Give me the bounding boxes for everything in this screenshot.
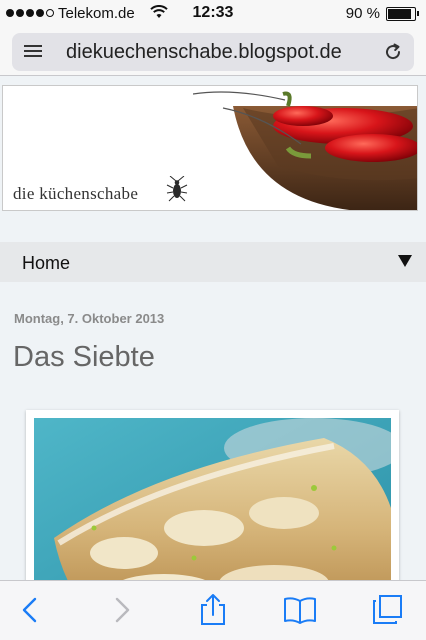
status-bar: Telekom.de 12:33 90 % [0, 0, 426, 28]
web-page: die küchenschabe Home Montag, 7. Oktober… [0, 77, 426, 580]
url-text[interactable]: diekuechenschabe.blogspot.de [66, 41, 374, 64]
address-bar[interactable]: diekuechenschabe.blogspot.de [12, 33, 414, 71]
browser-toolbar [0, 580, 426, 640]
battery-icon [386, 7, 419, 21]
menu-icon[interactable] [24, 45, 42, 59]
chili-bowl-image [193, 91, 417, 210]
forward-icon[interactable] [104, 593, 138, 627]
tabs-icon[interactable] [370, 593, 404, 627]
back-icon[interactable] [14, 593, 48, 627]
blog-brand: die küchenschabe [13, 184, 139, 203]
bookmarks-icon[interactable] [283, 593, 317, 627]
browser-address-area: diekuechenschabe.blogspot.de [0, 28, 426, 76]
apple-cake-photo[interactable] [34, 418, 391, 580]
reload-icon[interactable] [382, 41, 404, 63]
post-image-frame [26, 410, 399, 580]
post-title[interactable]: Das Siebte [13, 341, 155, 374]
blog-header-banner[interactable]: die küchenschabe [2, 85, 418, 211]
cockroach-icon [166, 176, 188, 202]
blog-nav-bar[interactable]: Home [0, 242, 426, 282]
dropdown-arrow-icon[interactable] [398, 254, 412, 268]
nav-home-link[interactable]: Home [22, 253, 70, 274]
battery-percent: 90 % [345, 5, 380, 22]
share-icon[interactable] [196, 593, 230, 627]
post-date: Montag, 7. Oktober 2013 [14, 311, 165, 326]
